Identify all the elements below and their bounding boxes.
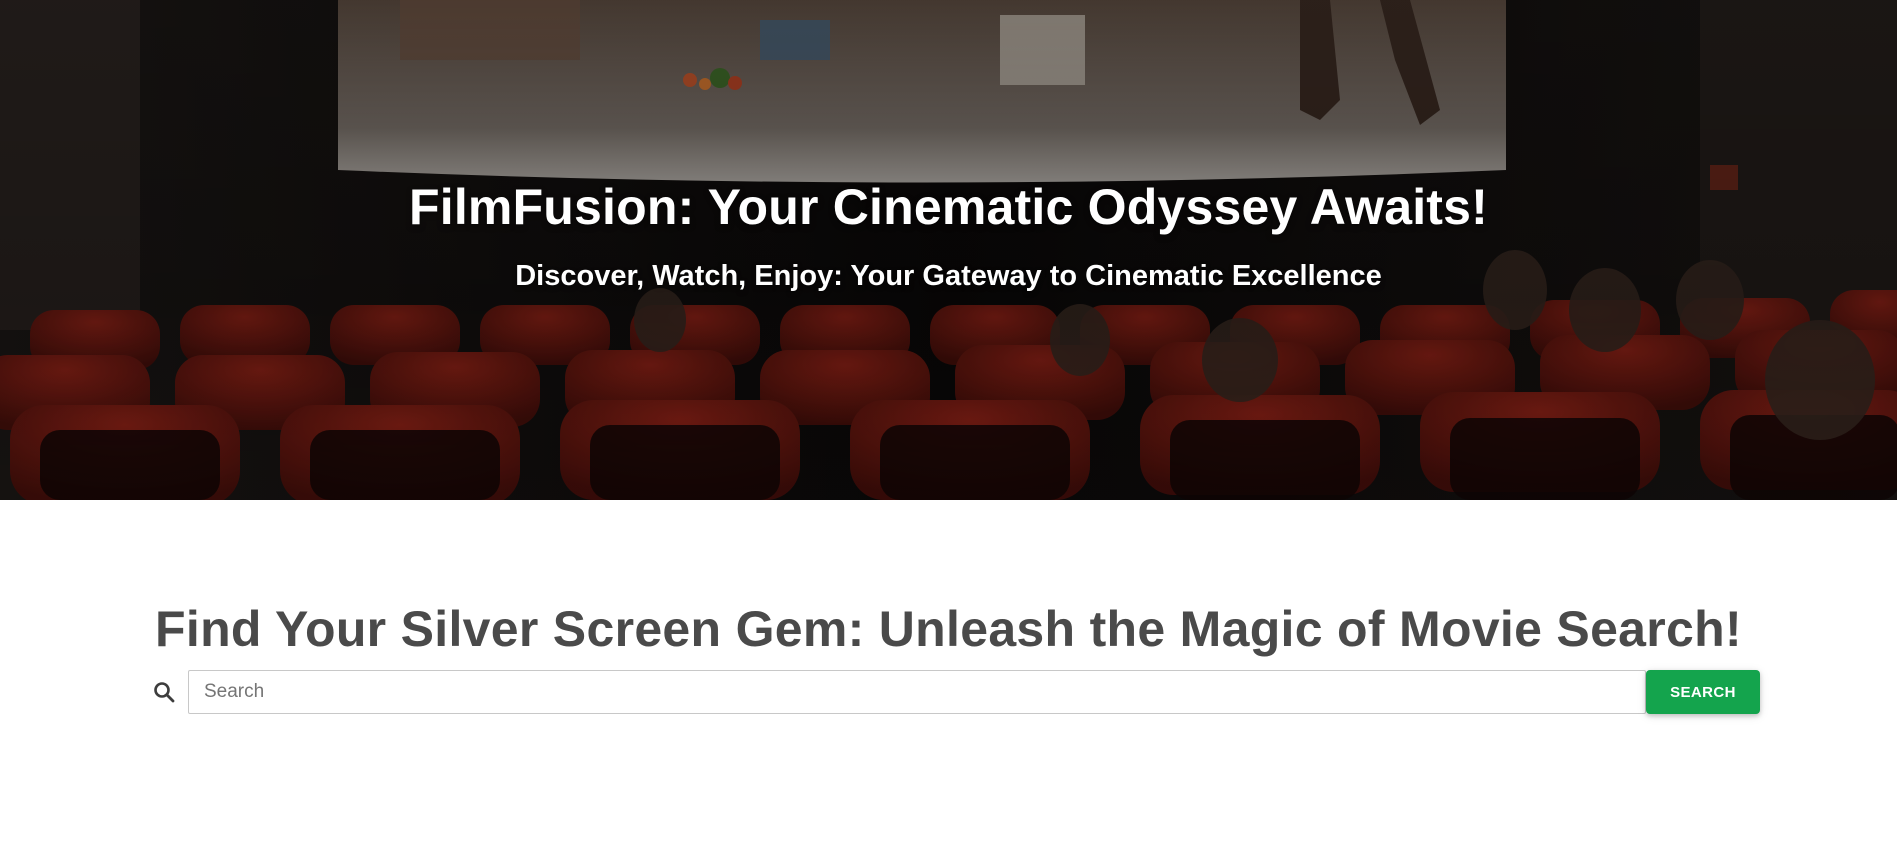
hero-subtitle: Discover, Watch, Enjoy: Your Gateway to … bbox=[515, 260, 1382, 292]
hero-banner: FilmFusion: Your Cinematic Odyssey Await… bbox=[0, 0, 1897, 500]
search-icon[interactable] bbox=[152, 680, 176, 704]
search-button[interactable]: SEARCH bbox=[1646, 670, 1760, 714]
hero-overlay bbox=[0, 0, 1897, 500]
search-input[interactable] bbox=[188, 670, 1646, 714]
search-heading: Find Your Silver Screen Gem: Unleash the… bbox=[155, 601, 1742, 657]
hero-title: FilmFusion: Your Cinematic Odyssey Await… bbox=[408, 179, 1489, 235]
